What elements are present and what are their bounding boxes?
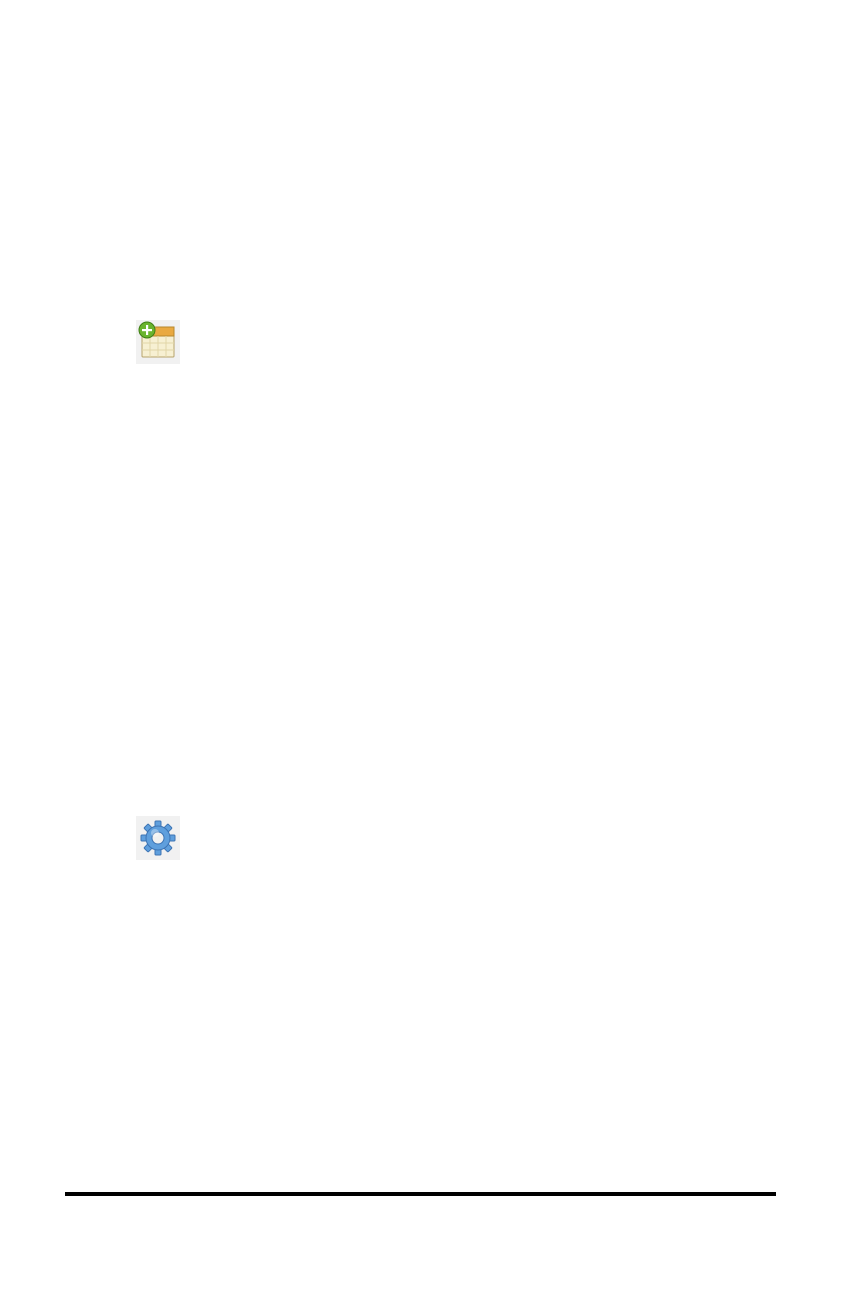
footer-rule	[65, 1192, 776, 1196]
settings-gear-icon	[136, 816, 180, 860]
document-page	[0, 0, 841, 1291]
new-calendar-icon	[136, 320, 180, 364]
